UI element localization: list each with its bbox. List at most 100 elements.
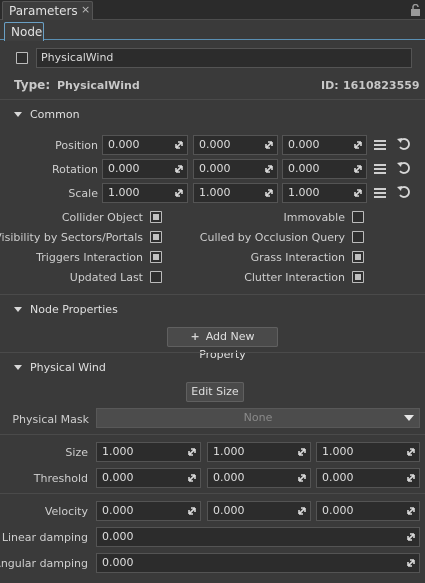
add-new-property-button[interactable]: + Add New Property [167,327,278,361]
rotation-z-field[interactable]: 0.000 [282,159,367,179]
triggers-interaction-checkbox[interactable] [150,251,162,263]
updated-last-checkbox[interactable] [150,271,162,283]
clutter-interaction-checkbox[interactable] [352,271,364,283]
linear-damping-label: Linear damping [1,531,88,544]
threshold-x-field[interactable]: 0.000 [96,468,201,488]
drag-handle-icon[interactable] [406,447,416,457]
drag-handle-icon[interactable] [174,188,184,198]
position-x-field[interactable]: 0.000 [102,135,188,155]
velocity-y-field[interactable]: 0.000 [207,501,311,521]
node-tab-bar: Node [0,21,425,41]
collapse-triangle-icon [14,307,22,312]
separator [0,493,425,494]
position-z-field[interactable]: 0.000 [282,135,367,155]
drag-handle-icon[interactable] [297,506,307,516]
flag-label: Collider Object [61,211,143,224]
visibility-sectors-checkbox[interactable] [150,231,162,243]
rotation-x-field[interactable]: 0.000 [102,159,188,179]
scale-z-field[interactable]: 1.000 [282,183,367,203]
tab-parameters-label: Parameters [9,4,78,18]
position-reset-icon[interactable] [396,137,412,151]
tab-parameters[interactable]: Parameters × [2,1,93,20]
edit-size-button[interactable]: Edit Size [186,382,244,402]
flag-label: Grass Interaction [250,251,345,264]
linear-damping-field[interactable]: 0.000 [96,527,420,547]
node-enabled-checkbox[interactable] [16,52,28,64]
section-common-header[interactable]: Common [14,108,80,121]
drag-handle-icon[interactable] [264,188,274,198]
position-menu-icon[interactable] [374,140,386,150]
scale-reset-icon[interactable] [396,185,412,199]
rotation-reset-icon[interactable] [396,161,412,175]
rotation-x-value: 0.000 [108,162,140,175]
separator [0,352,425,353]
rotation-menu-icon[interactable] [374,164,386,174]
velocity-z-field[interactable]: 0.000 [316,501,420,521]
flag-label: Clutter Interaction [244,271,345,284]
angular-damping-label: Angular damping [0,557,88,570]
threshold-z-field[interactable]: 0.000 [316,468,420,488]
drag-handle-icon[interactable] [406,532,416,542]
drag-handle-icon[interactable] [187,473,197,483]
section-node-properties-title: Node Properties [30,303,118,316]
scale-x-field[interactable]: 1.000 [102,183,188,203]
drag-handle-icon[interactable] [174,164,184,174]
add-new-property-label: Add New Property [199,330,255,361]
drag-handle-icon[interactable] [187,447,197,457]
collider-object-checkbox[interactable] [150,211,162,223]
lock-icon[interactable] [410,4,421,16]
velocity-label: Velocity [44,505,88,518]
flag-label: Triggers Interaction [36,251,143,264]
drag-handle-icon[interactable] [353,164,363,174]
collapse-triangle-icon [14,365,22,370]
drag-handle-icon[interactable] [353,188,363,198]
size-x-field[interactable]: 1.000 [96,442,201,462]
scale-label: Scale [68,187,98,200]
grass-interaction-checkbox[interactable] [352,251,364,263]
culled-occlusion-checkbox[interactable] [352,231,364,243]
section-physical-wind-header[interactable]: Physical Wind [14,361,106,374]
section-node-properties-header[interactable]: Node Properties [14,303,118,316]
rotation-label: Rotation [51,163,98,176]
scale-menu-icon[interactable] [374,188,386,198]
drag-handle-icon[interactable] [406,506,416,516]
position-y-field[interactable]: 0.000 [193,135,278,155]
drag-handle-icon[interactable] [353,140,363,150]
size-z-value: 1.000 [322,445,354,458]
drag-handle-icon[interactable] [406,558,416,568]
position-y-value: 0.000 [199,138,231,151]
node-name-field[interactable]: PhysicalWind [36,48,412,68]
size-z-field[interactable]: 1.000 [316,442,420,462]
threshold-y-field[interactable]: 0.000 [207,468,311,488]
rotation-y-field[interactable]: 0.000 [193,159,278,179]
tab-node[interactable]: Node [4,22,44,41]
velocity-x-value: 0.000 [102,504,134,517]
drag-handle-icon[interactable] [264,164,274,174]
drag-handle-icon[interactable] [297,473,307,483]
drag-handle-icon[interactable] [406,473,416,483]
close-tab-icon[interactable]: × [81,3,90,16]
edit-size-label: Edit Size [191,385,239,398]
separator [0,434,425,435]
drag-handle-icon[interactable] [174,140,184,150]
drag-handle-icon[interactable] [187,506,197,516]
position-x-value: 0.000 [108,138,140,151]
separator [0,294,425,295]
drag-handle-icon[interactable] [297,447,307,457]
threshold-label: Threshold [33,472,88,485]
collapse-triangle-icon [14,112,22,117]
drag-handle-icon[interactable] [264,140,274,150]
scale-y-field[interactable]: 1.000 [193,183,278,203]
immovable-checkbox[interactable] [352,211,364,223]
angular-damping-field[interactable]: 0.000 [96,553,420,573]
size-y-field[interactable]: 1.000 [207,442,311,462]
velocity-x-field[interactable]: 0.000 [96,501,201,521]
velocity-z-value: 0.000 [322,504,354,517]
tab-node-label: Node [11,25,43,39]
size-x-value: 1.000 [102,445,134,458]
id-value: 1610823559 [343,79,420,92]
physical-mask-dropdown[interactable]: None [96,408,420,428]
position-label: Position [55,139,98,152]
chevron-down-icon [404,415,414,421]
type-label: Type: [14,78,51,92]
